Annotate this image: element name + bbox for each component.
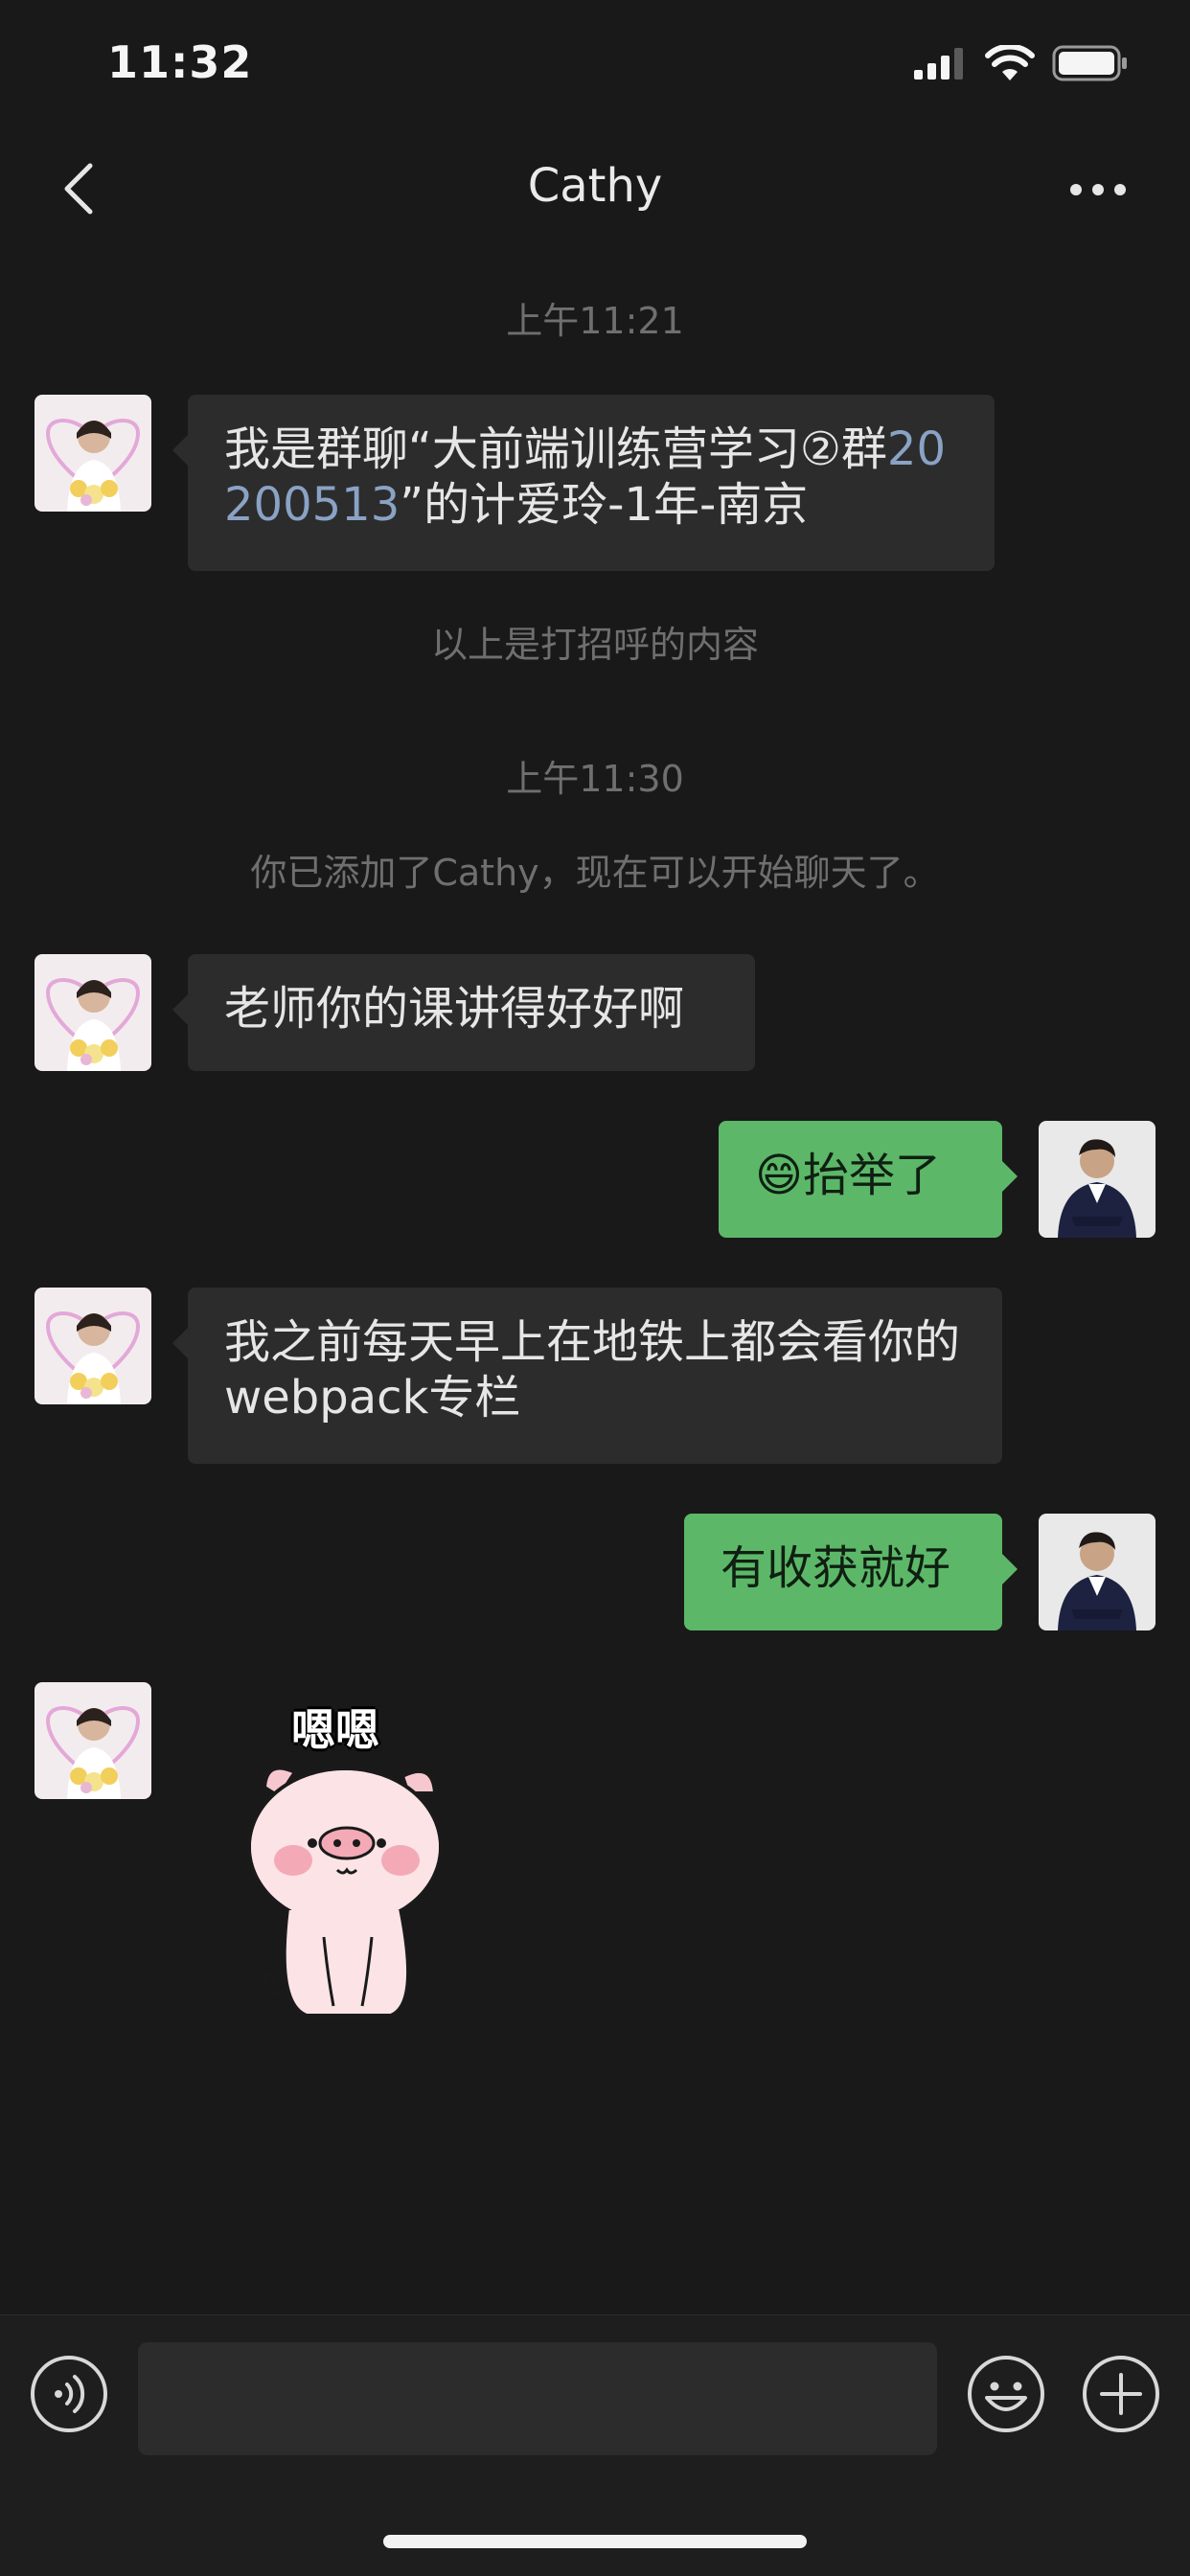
system-notice: 以上是打招呼的内容 (430, 624, 759, 666)
cellular-signal-icon (914, 48, 963, 80)
pig-icon (247, 1766, 443, 2017)
voice-button[interactable] (29, 2354, 109, 2434)
status-icons (914, 42, 1129, 84)
message-text: 老师你的课讲得好好啊 (224, 982, 685, 1036)
avatar[interactable] (1039, 1121, 1156, 1238)
emoji-button[interactable] (966, 2354, 1046, 2434)
message-bubble[interactable]: 我之前每天早上在地铁上都会看你的webpack专栏 (172, 1288, 1002, 1464)
system-notice: 你已添加了Cathy，现在可以开始聊天了。 (250, 852, 940, 894)
nav-bar: Cathy (0, 126, 1190, 255)
message-text: 我是群聊“大前端训练营学习②群 (224, 422, 887, 476)
timestamp: 上午11:30 (506, 758, 684, 800)
message-bubble[interactable]: 我是群聊“大前端训练营学习②群20200513”的计爱玲-1年-南京 (172, 395, 995, 571)
message-text: 抬举了 (803, 1149, 942, 1202)
timestamp: 上午11:21 (506, 300, 684, 342)
wifi-icon (985, 45, 1035, 80)
message-input[interactable] (138, 2342, 937, 2455)
message-bubble[interactable]: 有收获就好 (684, 1514, 1018, 1630)
message-bubble[interactable]: 老师你的课讲得好好啊 (172, 954, 755, 1071)
avatar[interactable] (34, 395, 151, 512)
sticker-text: 嗯嗯 (291, 1704, 379, 1756)
avatar[interactable] (34, 1288, 151, 1404)
avatar[interactable] (34, 1682, 151, 1799)
emoji-icon (968, 2356, 1044, 2432)
more-button[interactable] (1064, 161, 1133, 218)
status-bar: 11:32 (0, 0, 1190, 126)
more-icon (1070, 184, 1126, 195)
pig-sticker[interactable]: 嗯嗯 (238, 1688, 458, 2033)
avatar[interactable] (34, 954, 151, 1071)
avatar[interactable] (1039, 1514, 1156, 1630)
battery-icon (1052, 45, 1127, 81)
home-indicator (383, 2535, 807, 2548)
plus-icon (1083, 2356, 1159, 2432)
chat-title: Cathy (527, 159, 663, 213)
input-bar (0, 2314, 1190, 2576)
message-text: 我之前每天早上在地铁上都会看你的webpack专栏 (224, 1315, 961, 1425)
voice-icon (31, 2356, 107, 2432)
grinning-face-icon: 😄 (755, 1149, 804, 1202)
message-text: ”的计爱玲-1年-南京 (400, 478, 809, 532)
status-time: 11:32 (107, 36, 253, 88)
message-text: 有收获就好 (721, 1541, 951, 1595)
message-bubble[interactable]: 😄抬举了 (719, 1121, 1018, 1238)
plus-button[interactable] (1081, 2354, 1161, 2434)
